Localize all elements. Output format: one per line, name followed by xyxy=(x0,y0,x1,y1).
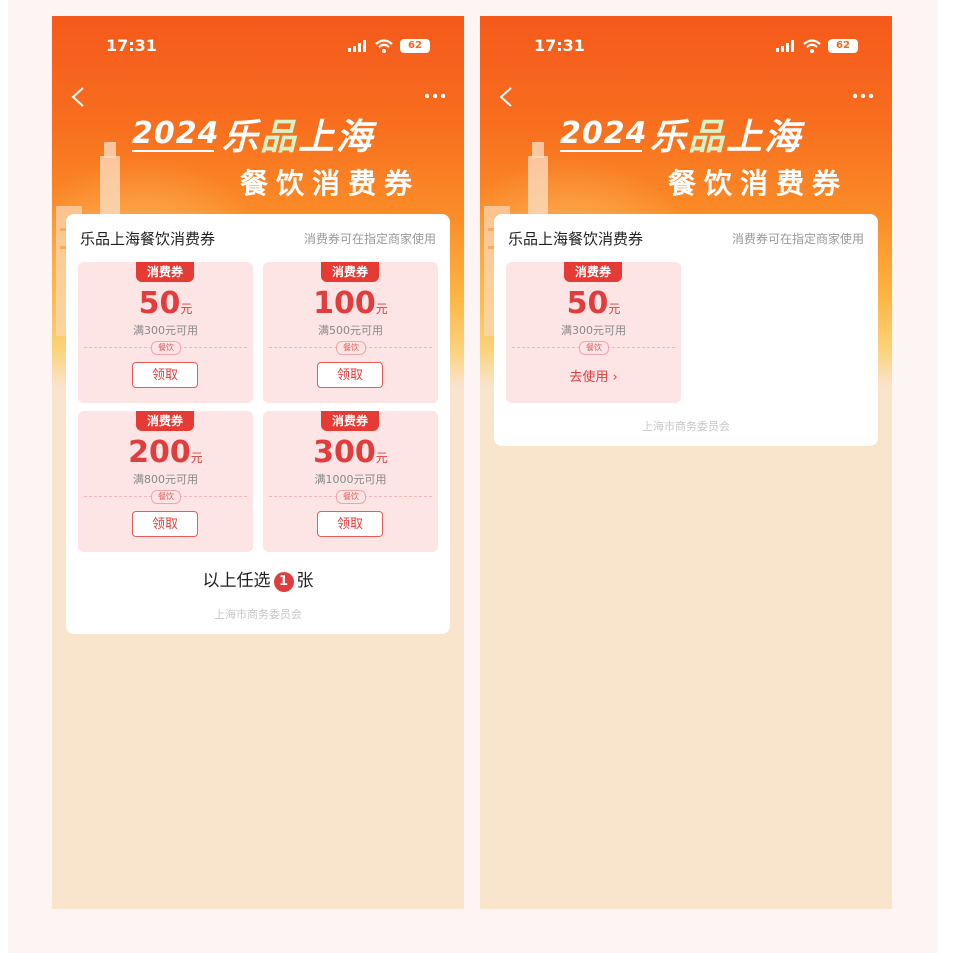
coupon-item: 消费券 200元 满800元可用 餐饮 领取 xyxy=(78,411,253,552)
select-suffix: 张 xyxy=(296,571,314,591)
phone-screen-right: 17:31 62 2024 乐品上海 餐饮消费券 乐品上海餐饮消费券 消费券可在… xyxy=(480,16,892,909)
banner-subtitle: 餐饮消费券 xyxy=(240,167,421,200)
battery-indicator: 62 xyxy=(400,39,430,53)
claim-button[interactable]: 领取 xyxy=(317,362,383,388)
coupon-tag: 消费券 xyxy=(321,411,379,431)
coupon-card: 乐品上海餐饮消费券 消费券可在指定商家使用 消费券 50元 满300元可用 餐饮… xyxy=(494,214,878,446)
wifi-icon xyxy=(375,39,393,53)
amount-number: 50 xyxy=(566,286,609,321)
brand-pin: 品 xyxy=(260,117,299,158)
amount-number: 100 xyxy=(313,286,376,321)
coupon-amount: 200元 xyxy=(78,435,253,470)
select-count-badge: 1 xyxy=(273,572,294,592)
issuer-footer: 上海市商务委员会 xyxy=(214,608,302,621)
select-prefix: 以上任选 xyxy=(202,571,271,591)
phone-screen-left: 17:31 62 2024 乐品上海 餐饮消费券 乐品上海餐饮消费券 消费券可在… xyxy=(52,16,464,909)
coupon-category: 餐饮 xyxy=(579,341,609,355)
coupon-category: 餐饮 xyxy=(151,490,181,504)
banner-brand: 乐品上海 xyxy=(222,108,374,160)
coupon-item: 消费券 50元 满300元可用 餐饮 去使用 › xyxy=(506,262,681,403)
status-bar: 17:31 62 xyxy=(52,36,464,58)
amount-unit: 元 xyxy=(375,302,388,316)
coupon-condition: 满300元可用 xyxy=(561,324,626,337)
back-icon[interactable] xyxy=(70,86,86,108)
coupon-tag: 消费券 xyxy=(136,262,194,282)
card-title: 乐品上海餐饮消费券 xyxy=(508,230,644,248)
amount-unit: 元 xyxy=(180,302,193,316)
year-underline xyxy=(132,150,214,152)
coupon-amount: 100元 xyxy=(263,286,438,321)
wifi-icon xyxy=(803,39,821,53)
banner-title: 2024 乐品上海 xyxy=(132,108,432,158)
claim-button[interactable]: 领取 xyxy=(132,362,198,388)
banner-title: 2024 乐品上海 xyxy=(560,108,860,158)
banner-year: 2024 xyxy=(132,116,220,151)
coupon-amount: 50元 xyxy=(506,286,681,321)
signal-icon xyxy=(776,40,794,52)
brand-le: 乐 xyxy=(650,117,689,158)
coupon-tag: 消费券 xyxy=(564,262,622,282)
claim-button[interactable]: 领取 xyxy=(317,511,383,537)
banner-brand: 乐品上海 xyxy=(650,108,802,160)
year-underline xyxy=(560,150,642,152)
more-icon[interactable] xyxy=(852,92,874,100)
banner-subtitle: 餐饮消费券 xyxy=(668,167,849,200)
card-note: 消费券可在指定商家使用 xyxy=(731,232,864,246)
signal-icon xyxy=(348,40,366,52)
coupon-card: 乐品上海餐饮消费券 消费券可在指定商家使用 消费券 50元 满300元可用 餐饮… xyxy=(66,214,450,634)
card-header: 乐品上海餐饮消费券 消费券可在指定商家使用 xyxy=(80,228,436,248)
amount-number: 200 xyxy=(128,435,191,470)
coupon-item: 消费券 300元 满1000元可用 餐饮 领取 xyxy=(263,411,438,552)
coupon-category: 餐饮 xyxy=(336,490,366,504)
coupon-amount: 50元 xyxy=(78,286,253,321)
more-icon[interactable] xyxy=(424,92,446,100)
coupon-condition: 满300元可用 xyxy=(133,324,198,337)
coupon-tag: 消费券 xyxy=(321,262,379,282)
select-hint: 以上任选 1 张 xyxy=(66,566,450,592)
status-bar: 17:31 62 xyxy=(480,36,892,58)
card-title: 乐品上海餐饮消费券 xyxy=(80,230,216,248)
coupon-item: 消费券 50元 满300元可用 餐饮 领取 xyxy=(78,262,253,403)
battery-indicator: 62 xyxy=(828,39,858,53)
brand-pin: 品 xyxy=(688,117,727,158)
amount-unit: 元 xyxy=(190,451,203,465)
status-time: 17:31 xyxy=(106,36,157,55)
coupon-condition: 满500元可用 xyxy=(318,324,383,337)
brand-le: 乐 xyxy=(222,117,261,158)
coupon-condition: 满800元可用 xyxy=(133,473,198,486)
coupon-category: 餐饮 xyxy=(151,341,181,355)
use-now-link[interactable]: 去使用 › xyxy=(506,366,681,385)
amount-unit: 元 xyxy=(608,302,621,316)
amount-number: 50 xyxy=(138,286,181,321)
card-note: 消费券可在指定商家使用 xyxy=(303,232,436,246)
coupon-condition: 满1000元可用 xyxy=(314,473,387,486)
coupon-category: 餐饮 xyxy=(336,341,366,355)
amount-number: 300 xyxy=(313,435,376,470)
coupon-tag: 消费券 xyxy=(136,411,194,431)
brand-shanghai: 上海 xyxy=(298,117,375,158)
claim-button[interactable]: 领取 xyxy=(132,511,198,537)
card-header: 乐品上海餐饮消费券 消费券可在指定商家使用 xyxy=(508,228,864,248)
back-icon[interactable] xyxy=(498,86,514,108)
amount-unit: 元 xyxy=(375,451,388,465)
coupon-item: 消费券 100元 满500元可用 餐饮 领取 xyxy=(263,262,438,403)
brand-shanghai: 上海 xyxy=(726,117,803,158)
issuer-footer: 上海市商务委员会 xyxy=(642,420,730,433)
coupon-amount: 300元 xyxy=(263,435,438,470)
banner-year: 2024 xyxy=(560,116,648,151)
status-time: 17:31 xyxy=(534,36,585,55)
